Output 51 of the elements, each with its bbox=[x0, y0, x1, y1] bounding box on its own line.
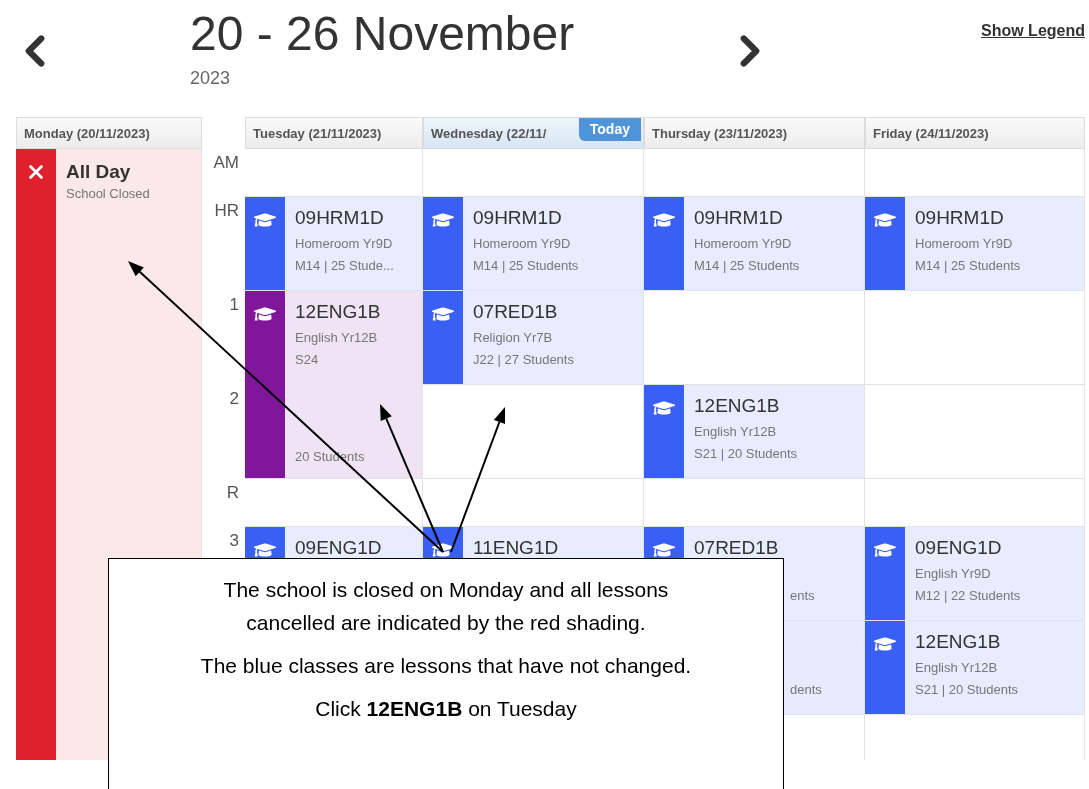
instruction-text: The school is closed on Monday and all lessons cancelled are indicated by the red shading. bbox=[222, 577, 670, 636]
class-detail: English Yr9D bbox=[915, 565, 992, 583]
class-code: 12ENG1B bbox=[694, 395, 781, 418]
class-detail: J22 | 27 Students bbox=[473, 351, 575, 369]
class-code: 07RED1B bbox=[473, 301, 559, 324]
period-label: AM bbox=[213, 153, 239, 173]
class-code: 09HRM1D bbox=[915, 207, 1005, 230]
class-code: 09ENG1D bbox=[915, 537, 1003, 560]
class-detail: M14 | 25 Stude... bbox=[295, 257, 395, 275]
class-detail: M14 | 25 Students bbox=[915, 257, 1022, 275]
day-header: Monday (20/11/2023) bbox=[16, 117, 202, 149]
class-code: 09HRM1D bbox=[694, 207, 784, 230]
instruction-text: Click 12ENG1B on Tuesday bbox=[314, 696, 578, 722]
class-detail: S21 | 20 Students bbox=[915, 681, 1020, 699]
class-detail: English Yr12B bbox=[915, 659, 999, 677]
class-code: 09HRM1D bbox=[473, 207, 563, 230]
period-label: 3 bbox=[229, 531, 239, 551]
class-code: 12ENG1B bbox=[915, 631, 1002, 654]
class-code: 09HRM1D bbox=[295, 207, 385, 230]
class-detail: dents bbox=[790, 681, 822, 699]
all-day-title: All Day bbox=[66, 161, 132, 183]
class-detail: S24 bbox=[295, 351, 320, 369]
period-label: 2 bbox=[229, 389, 239, 409]
period-label: HR bbox=[214, 201, 239, 221]
closed-reason: School Closed bbox=[66, 185, 150, 203]
class-detail: M14 | 25 Students bbox=[694, 257, 801, 275]
day-header: Tuesday (21/11/2023) bbox=[245, 117, 423, 149]
class-code: 07RED1B bbox=[694, 537, 780, 560]
class-detail: English Yr12B bbox=[694, 423, 778, 441]
class-detail: ents bbox=[790, 587, 815, 605]
class-detail: Religion Yr7B bbox=[473, 329, 554, 347]
class-detail: S21 | 20 Students bbox=[694, 445, 799, 463]
class-code: 09ENG1D bbox=[295, 537, 383, 560]
today-badge: Today bbox=[578, 118, 641, 141]
day-header: Friday (24/11/2023) bbox=[865, 117, 1085, 149]
class-detail: M12 | 22 Students bbox=[915, 587, 1022, 605]
class-detail: English Yr12B bbox=[295, 329, 379, 347]
instruction-text: The blue classes are lessons that have not changed. bbox=[199, 653, 693, 679]
class-code: 11ENG1D bbox=[473, 537, 560, 560]
period-label: 1 bbox=[229, 295, 239, 315]
year-label: 2023 bbox=[190, 68, 232, 89]
class-detail: Homeroom Yr9D bbox=[473, 235, 572, 253]
week-title: 20 - 26 November bbox=[190, 6, 576, 62]
period-label: R bbox=[226, 483, 239, 503]
day-header: Wednesday (22/11/ Today bbox=[423, 117, 644, 149]
class-code: 12ENG1B bbox=[295, 301, 382, 324]
day-header: Thursday (23/11/2023) bbox=[644, 117, 865, 149]
class-detail: Homeroom Yr9D bbox=[295, 235, 394, 253]
class-detail: Homeroom Yr9D bbox=[694, 235, 793, 253]
class-detail: Homeroom Yr9D bbox=[915, 235, 1014, 253]
class-detail: M14 | 25 Students bbox=[473, 257, 580, 275]
